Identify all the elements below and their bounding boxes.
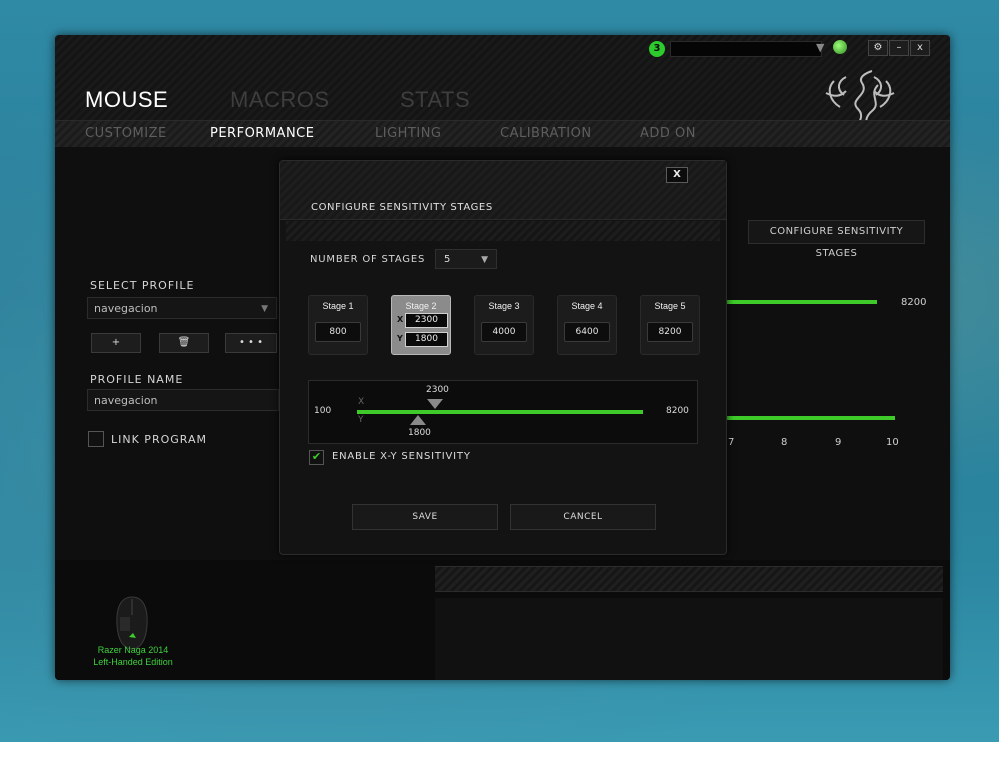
tab-customize[interactable]: CUSTOMIZE — [85, 126, 167, 141]
stage-y-row: Y 1800 — [394, 332, 448, 347]
sensitivity-bar — [725, 300, 877, 304]
acceleration-bar — [725, 416, 895, 420]
tab-calibration[interactable]: CALIBRATION — [500, 126, 592, 141]
save-button[interactable]: SAVE — [352, 504, 498, 530]
sensitivity-slider[interactable]: 100 X Y 2300 1800 8200 — [308, 380, 698, 444]
slider-y-value: 1800 — [408, 428, 431, 438]
tab-lighting[interactable]: LIGHTING — [375, 126, 442, 141]
delete-profile-button[interactable]: 🗑 — [159, 333, 209, 353]
device-name: Razer Naga 2014 Left-Handed Edition — [77, 644, 189, 668]
stage-4[interactable]: Stage 4 6400 — [557, 295, 617, 355]
configure-sensitivity-dialog: X CONFIGURE SENSITIVITY STAGES NUMBER OF… — [279, 160, 727, 555]
close-button[interactable]: x — [910, 40, 930, 56]
stage-2[interactable]: Stage 2 X 2300 Y 1800 — [391, 295, 451, 355]
slider-track[interactable] — [357, 410, 643, 414]
sensitivity-max-value: 8200 — [901, 297, 927, 308]
chevron-down-icon: ▼ — [481, 255, 488, 265]
footer-panel — [435, 598, 943, 680]
stage-name: Stage 3 — [488, 301, 520, 311]
stage-name: Stage 1 — [322, 301, 354, 311]
device-footer: Razer Naga 2014 Left-Handed Edition — [55, 560, 950, 680]
stage-name: Stage 5 — [654, 301, 686, 311]
minimize-button[interactable]: – — [889, 40, 909, 56]
header: 3 ▼ ⚙ – x MOUSE MACROS STATS CUSTOMIZE P… — [55, 35, 950, 148]
slider-x-handle[interactable] — [427, 399, 443, 409]
slider-y-handle[interactable] — [410, 415, 426, 425]
axis-number: 7 — [728, 437, 735, 448]
enable-xy-label: ENABLE X-Y SENSITIVITY — [332, 451, 471, 462]
profile-select-value: navegacion — [94, 302, 158, 315]
stage-1[interactable]: Stage 1 800 — [308, 295, 368, 355]
number-of-stages-label: NUMBER OF STAGES — [310, 254, 426, 265]
number-of-stages-value: 5 — [444, 254, 451, 265]
device-name-line1: Razer Naga 2014 — [97, 645, 169, 655]
status-orb-icon[interactable] — [833, 40, 847, 54]
stage-x-input[interactable]: 2300 — [405, 313, 448, 328]
trash-icon: 🗑 — [177, 337, 191, 348]
profile-name-input[interactable]: navegacion — [87, 389, 279, 411]
configure-sensitivity-button[interactable]: CONFIGURE SENSITIVITY STAGES — [748, 220, 925, 259]
stage-value-input[interactable]: 8200 — [647, 322, 693, 342]
stage-value-input[interactable]: 6400 — [564, 322, 610, 342]
x-label: X — [397, 315, 404, 324]
axis-number: 8 — [781, 437, 788, 448]
axis-number: 10 — [886, 437, 899, 448]
dialog-strip — [286, 221, 720, 241]
link-program-checkbox[interactable] — [88, 431, 104, 447]
slider-min-label: 100 — [314, 406, 332, 416]
dialog-close-button[interactable]: X — [666, 167, 688, 183]
stage-3[interactable]: Stage 3 4000 — [474, 295, 534, 355]
slider-y-axis-label: Y — [358, 415, 364, 425]
mouse-device-icon[interactable] — [112, 595, 152, 651]
dialog-title: CONFIGURE SENSITIVITY STAGES — [311, 202, 493, 213]
stage-5[interactable]: Stage 5 8200 — [640, 295, 700, 355]
number-of-stages-select[interactable]: 5 ▼ — [435, 249, 497, 269]
tab-mouse[interactable]: MOUSE — [85, 87, 168, 113]
footer-stripe — [435, 566, 943, 592]
chevron-down-icon[interactable]: ▼ — [816, 41, 824, 54]
select-profile-label: SELECT PROFILE — [90, 279, 195, 292]
add-profile-button[interactable]: + — [91, 333, 141, 353]
stage-x-row: X 2300 — [394, 313, 448, 328]
tab-add-on[interactable]: ADD ON — [640, 126, 696, 141]
profile-name-label: PROFILE NAME — [90, 373, 184, 386]
y-label: Y — [397, 334, 403, 343]
cancel-button[interactable]: CANCEL — [510, 504, 656, 530]
slider-max-label: 8200 — [666, 406, 689, 416]
axis-number: 9 — [835, 437, 842, 448]
sub-tab-bar: CUSTOMIZE PERFORMANCE LIGHTING CALIBRATI… — [55, 120, 950, 148]
tab-performance[interactable]: PERFORMANCE — [210, 126, 314, 141]
tab-macros[interactable]: MACROS — [230, 87, 330, 113]
link-program-label: LINK PROGRAM — [111, 433, 207, 446]
stage-value-input[interactable]: 800 — [315, 322, 361, 342]
slider-x-axis-label: X — [358, 397, 365, 407]
tab-stats[interactable]: STATS — [400, 87, 470, 113]
stage-y-input[interactable]: 1800 — [405, 332, 448, 347]
notification-badge[interactable]: 3 — [649, 41, 665, 57]
account-field[interactable] — [670, 41, 822, 57]
gear-icon[interactable]: ⚙ — [868, 40, 888, 56]
checkmark-icon: ✔ — [311, 450, 322, 463]
device-name-line2: Left-Handed Edition — [93, 657, 173, 667]
stage-name: Stage 4 — [571, 301, 603, 311]
enable-xy-checkbox[interactable]: ✔ — [309, 450, 324, 465]
dialog-header: X CONFIGURE SENSITIVITY STAGES — [280, 161, 726, 220]
profile-more-button[interactable]: • • • — [225, 333, 277, 353]
profile-select[interactable]: navegacion ▼ — [87, 297, 277, 319]
stage-name: Stage 2 — [405, 301, 437, 311]
slider-x-value: 2300 — [426, 385, 449, 395]
stage-value-input[interactable]: 4000 — [481, 322, 527, 342]
chevron-down-icon: ▼ — [261, 304, 268, 314]
